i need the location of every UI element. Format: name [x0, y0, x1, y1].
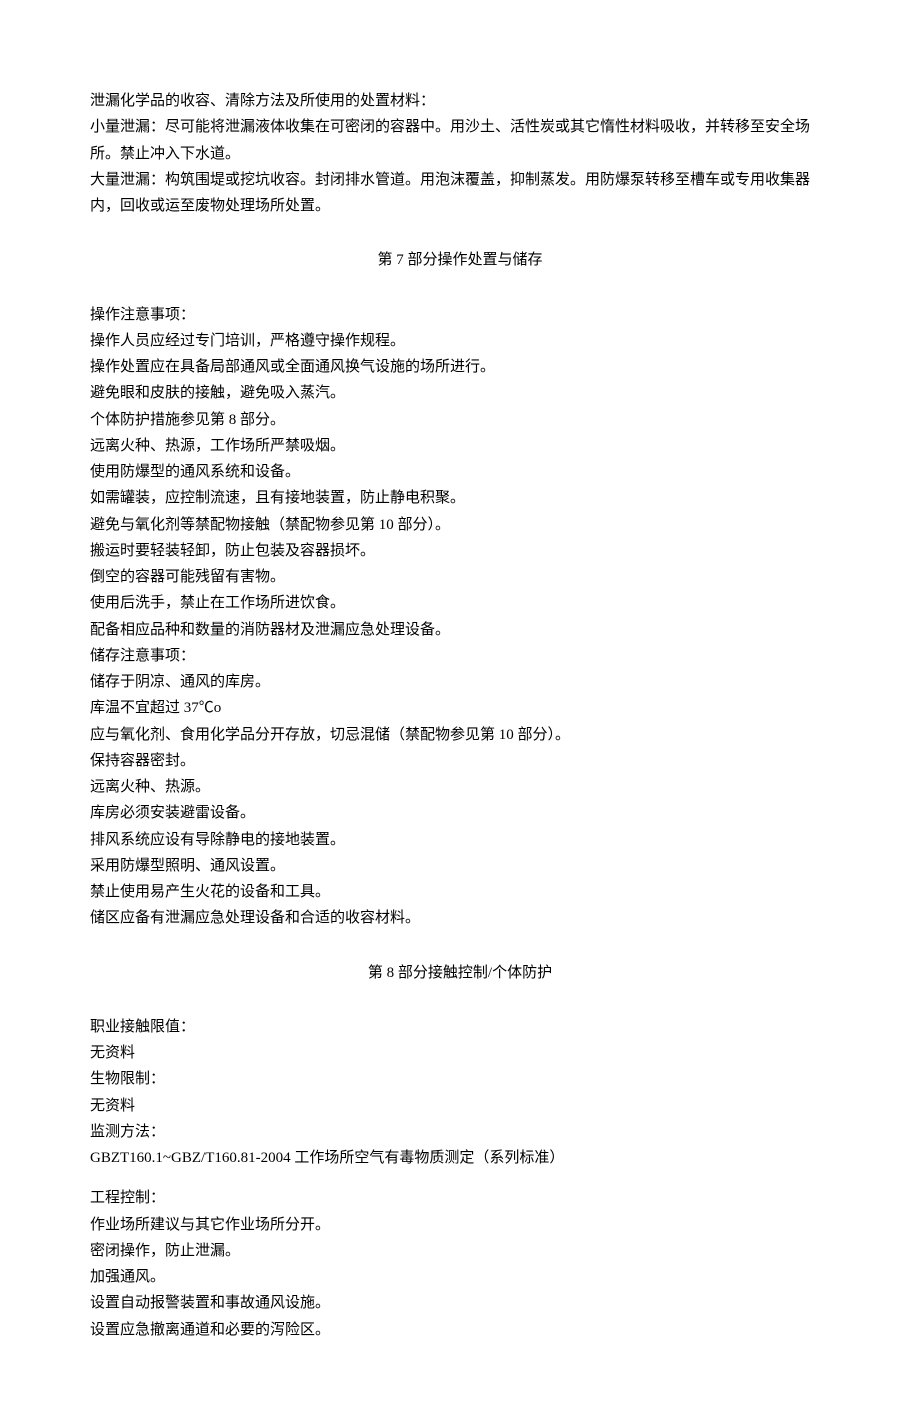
- sec8-eng-item: 加强通风。: [90, 1264, 830, 1290]
- sec7-storage-label: 储存注意事项：: [90, 643, 830, 669]
- sec7-ops-item: 远离火种、热源，工作场所严禁吸烟。: [90, 433, 830, 459]
- section8-heading: 第 8 部分接触控制/个体防护: [90, 960, 830, 986]
- sec7-storage-item: 应与氧化剂、食用化学品分开存放，切忌混储（禁配物参见第 10 部分）。: [90, 722, 830, 748]
- sec6-small-spill: 小量泄漏：尽可能将泄漏液体收集在可密闭的容器中。用沙土、活性炭或其它惰性材料吸收…: [90, 114, 830, 167]
- sec8-eng-item: 设置应急撤离通道和必要的泻险区。: [90, 1317, 830, 1343]
- sec8-oel-value: 无资料: [90, 1040, 830, 1066]
- sec7-storage-item: 远离火种、热源。: [90, 774, 830, 800]
- sec7-storage-item: 采用防爆型照明、通风设置。: [90, 853, 830, 879]
- sec7-ops-item: 倒空的容器可能残留有害物。: [90, 564, 830, 590]
- sec8-monitor-label: 监测方法：: [90, 1119, 830, 1145]
- sec8-bio-value: 无资料: [90, 1093, 830, 1119]
- sec7-ops-item: 避免与氧化剂等禁配物接触（禁配物参见第 10 部分）。: [90, 512, 830, 538]
- sec7-storage-item: 库温不宜超过 37℃o: [90, 695, 830, 721]
- sec8-eng-item: 密闭操作，防止泄漏。: [90, 1238, 830, 1264]
- sec8-eng-item: 作业场所建议与其它作业场所分开。: [90, 1212, 830, 1238]
- sec7-ops-item: 如需罐装，应控制流速，且有接地装置，防止静电积聚。: [90, 485, 830, 511]
- sec7-ops-item: 配备相应品种和数量的消防器材及泄漏应急处理设备。: [90, 617, 830, 643]
- sec8-monitor-value: GBZT160.1~GBZ/T160.81-2004 工作场所空气有毒物质测定（…: [90, 1145, 830, 1171]
- sec7-storage-item: 排风系统应设有导除静电的接地装置。: [90, 827, 830, 853]
- sec7-ops-item: 使用防爆型的通风系统和设备。: [90, 459, 830, 485]
- sec7-storage-item: 库房必须安装避雷设备。: [90, 800, 830, 826]
- sec6-spill-materials-label: 泄漏化学品的收容、清除方法及所使用的处置材料：: [90, 88, 830, 114]
- sec8-eng-label: 工程控制：: [90, 1185, 830, 1211]
- sec8-bio-label: 生物限制：: [90, 1066, 830, 1092]
- sec7-storage-item: 禁止使用易产生火花的设备和工具。: [90, 879, 830, 905]
- sec7-storage-item: 储区应备有泄漏应急处理设备和合适的收容材料。: [90, 905, 830, 931]
- sec7-storage-item: 保持容器密封。: [90, 748, 830, 774]
- sec7-ops-item: 操作人员应经过专门培训，严格遵守操作规程。: [90, 328, 830, 354]
- section7-heading: 第 7 部分操作处置与储存: [90, 247, 830, 273]
- sec8-eng-item: 设置自动报警装置和事故通风设施。: [90, 1290, 830, 1316]
- sec7-ops-label: 操作注意事项：: [90, 302, 830, 328]
- sec7-storage-item: 储存于阴凉、通风的库房。: [90, 669, 830, 695]
- sec6-large-spill: 大量泄漏：构筑围堤或挖坑收容。封闭排水管道。用泡沫覆盖，抑制蒸发。用防爆泵转移至…: [90, 167, 830, 220]
- sec8-oel-label: 职业接触限值：: [90, 1014, 830, 1040]
- sec7-ops-item: 搬运时要轻装轻卸，防止包装及容器损坏。: [90, 538, 830, 564]
- sec7-ops-item: 使用后洗手，禁止在工作场所进饮食。: [90, 590, 830, 616]
- sec7-ops-item: 个体防护措施参见第 8 部分。: [90, 407, 830, 433]
- sec7-ops-item: 避免眼和皮肤的接触，避免吸入蒸汽。: [90, 380, 830, 406]
- sec7-ops-item: 操作处置应在具备局部通风或全面通风换气设施的场所进行。: [90, 354, 830, 380]
